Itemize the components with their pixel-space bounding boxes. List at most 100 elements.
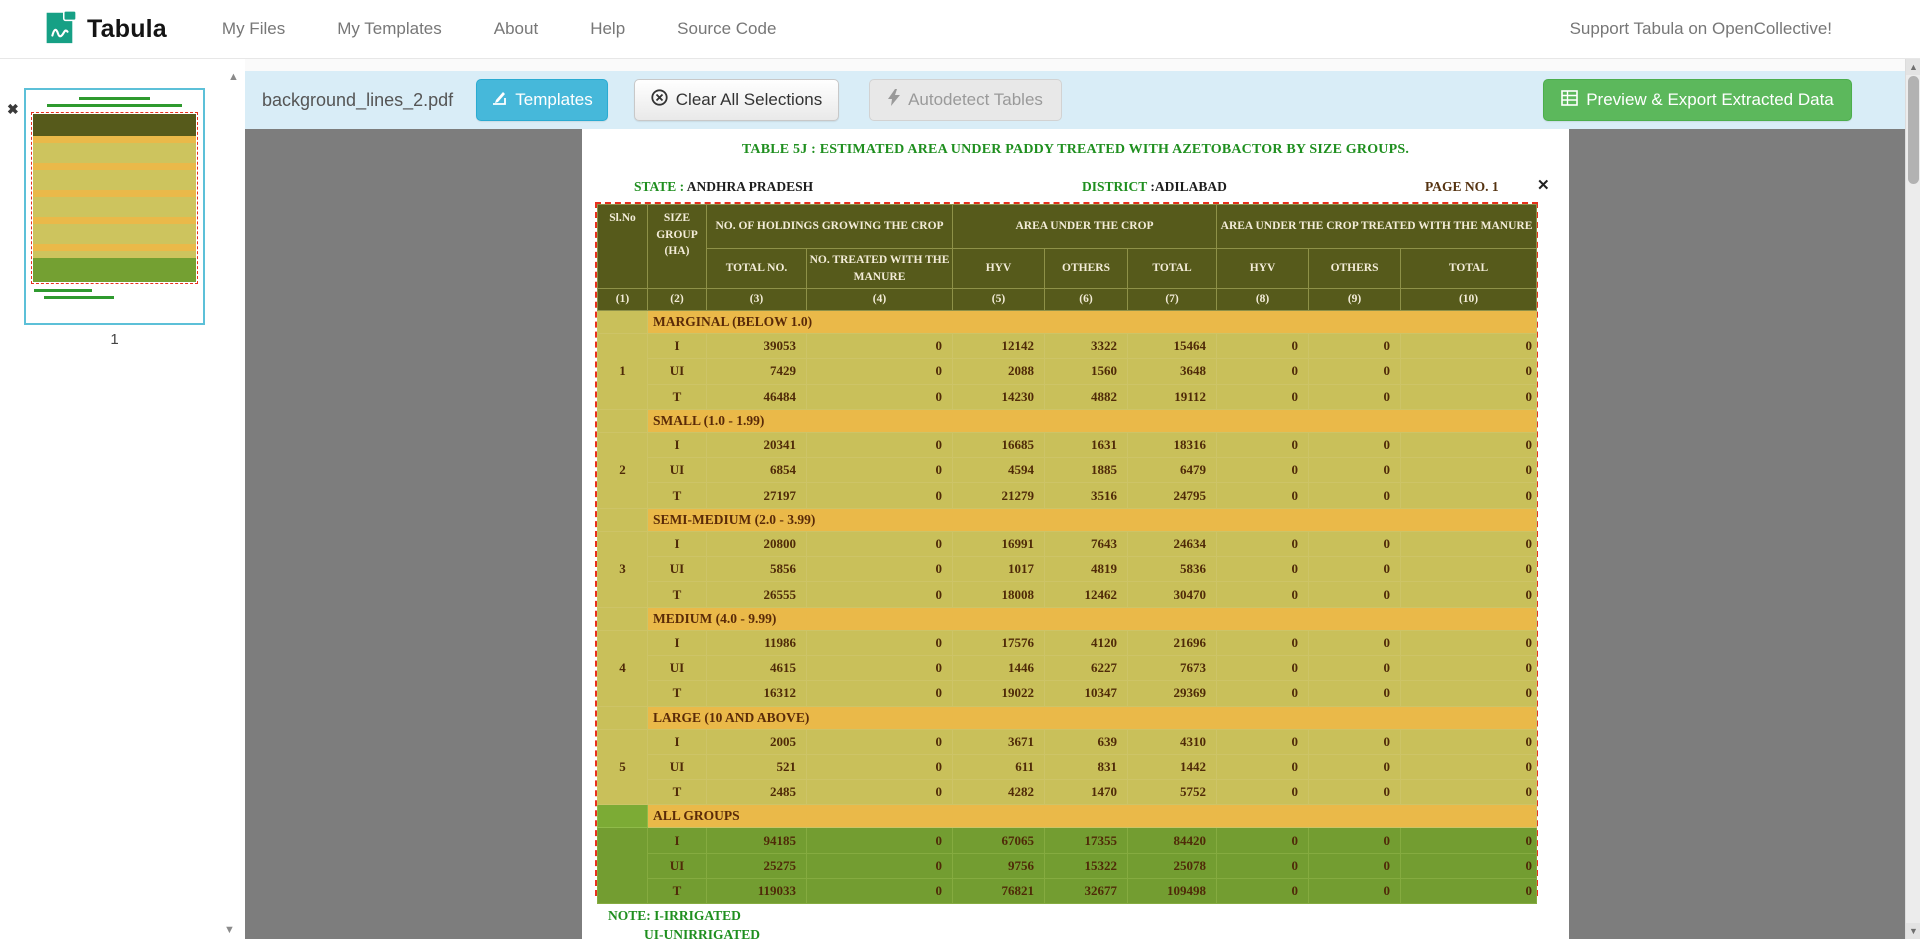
value-cell: 0: [1309, 655, 1401, 680]
scrollbar-down-icon[interactable]: ▼: [1906, 923, 1920, 939]
value-cell: 0: [1217, 828, 1309, 853]
value-cell: 5856: [707, 557, 807, 582]
group-band-label: MEDIUM (4.0 - 9.99): [648, 607, 1537, 630]
value-cell: 0: [1401, 458, 1537, 483]
slno-cell: 2: [598, 432, 648, 508]
value-cell: 16991: [953, 531, 1045, 556]
nav-about[interactable]: About: [494, 19, 538, 39]
value-cell: 0: [807, 853, 953, 878]
autodetect-tables-button[interactable]: Autodetect Tables: [869, 79, 1062, 121]
value-cell: 0: [1217, 458, 1309, 483]
value-cell: 3671: [953, 729, 1045, 754]
clear-button-label: Clear All Selections: [676, 90, 822, 110]
value-cell: 0: [1217, 359, 1309, 384]
pdf-page[interactable]: TABLE 5J : ESTIMATED AREA UNDER PADDY TR…: [582, 129, 1569, 939]
column-number: (5): [953, 289, 1045, 311]
remove-file-icon[interactable]: ✖: [7, 102, 19, 116]
value-cell: 26555: [707, 582, 807, 607]
value-cell: 639: [1045, 729, 1128, 754]
value-cell: 0: [807, 780, 953, 805]
value-cell: 0: [1217, 483, 1309, 508]
templates-button[interactable]: Templates: [476, 79, 608, 121]
value-cell: 0: [807, 334, 953, 359]
value-cell: 119033: [707, 879, 807, 904]
value-cell: 0: [807, 582, 953, 607]
brand-link[interactable]: Tabula: [40, 7, 167, 52]
table-row: UI25275097561532225078000: [598, 853, 1537, 878]
value-cell: 1442: [1128, 754, 1217, 779]
scrollbar-up-icon[interactable]: ▲: [1906, 59, 1920, 75]
value-cell: 611: [953, 754, 1045, 779]
value-cell: 0: [807, 729, 953, 754]
nav-my-files[interactable]: My Files: [222, 19, 285, 39]
value-cell: 17355: [1045, 828, 1128, 853]
table-row: T11903307682132677109498000: [598, 879, 1537, 904]
value-cell: 14230: [953, 384, 1045, 409]
value-cell: 0: [1309, 630, 1401, 655]
table-row: UI46150144662277673000: [598, 655, 1537, 680]
slno-cell: 5: [598, 729, 648, 805]
table-selection-box[interactable]: Sl.NoSIZE GROUP (HA)NO. OF HOLDINGS GROW…: [595, 202, 1538, 896]
value-cell: 0: [807, 879, 953, 904]
value-cell: 2005: [707, 729, 807, 754]
value-cell: 4615: [707, 655, 807, 680]
nav-my-templates[interactable]: My Templates: [337, 19, 442, 39]
value-cell: 0: [1217, 780, 1309, 805]
thumbnail-note-line: [34, 289, 92, 292]
value-cell: 521: [707, 754, 807, 779]
value-cell: 0: [1401, 334, 1537, 359]
brand-title: Tabula: [87, 15, 167, 44]
value-cell: 4282: [953, 780, 1045, 805]
support-link[interactable]: Support Tabula on OpenCollective!: [1570, 19, 1832, 39]
value-cell: 0: [1309, 879, 1401, 904]
tabula-logo-icon: [40, 7, 78, 52]
navbar: Tabula My Files My Templates About Help …: [0, 0, 1920, 59]
value-cell: 0: [1401, 582, 1537, 607]
slno-cell: 1: [598, 334, 648, 410]
clear-all-selections-button[interactable]: Clear All Selections: [634, 79, 839, 121]
scrollbar-thumb[interactable]: [1908, 76, 1919, 184]
irrigation-type-cell: UI: [648, 557, 707, 582]
page-number-field: PAGE NO. 1: [1425, 179, 1499, 195]
irrigation-type-cell: T: [648, 780, 707, 805]
table-row: T163120190221034729369000: [598, 681, 1537, 706]
group-band-label: MARGINAL (BELOW 1.0): [648, 311, 1537, 334]
pdf-note-line-1: NOTE: I-IRRIGATED: [608, 908, 741, 924]
preview-export-button[interactable]: Preview & Export Extracted Data: [1543, 79, 1852, 121]
page-scrollbar[interactable]: ▲ ▼: [1905, 59, 1920, 939]
value-cell: 0: [1309, 531, 1401, 556]
irrigation-type-cell: T: [648, 681, 707, 706]
column-number: (7): [1128, 289, 1217, 311]
value-cell: 7643: [1045, 531, 1128, 556]
open-filename: background_lines_2.pdf: [262, 90, 453, 111]
value-cell: 0: [1401, 483, 1537, 508]
nav-help[interactable]: Help: [590, 19, 625, 39]
column-number: (8): [1217, 289, 1309, 311]
column-number: (2): [648, 289, 707, 311]
value-cell: 3322: [1045, 334, 1128, 359]
table-row: T265550180081246230470000: [598, 582, 1537, 607]
value-cell: 0: [1401, 630, 1537, 655]
value-cell: 0: [807, 359, 953, 384]
value-cell: 0: [1217, 384, 1309, 409]
sidebar-scroll-up-icon[interactable]: ▲: [228, 72, 239, 83]
value-cell: 39053: [707, 334, 807, 359]
value-cell: 0: [1401, 780, 1537, 805]
column-subheader: HYV: [1217, 249, 1309, 289]
page-thumbnail[interactable]: [24, 88, 205, 325]
value-cell: 0: [807, 754, 953, 779]
sidebar-scroll-down-icon[interactable]: ▼: [224, 925, 235, 936]
irrigation-type-cell: I: [648, 334, 707, 359]
value-cell: 0: [1401, 432, 1537, 457]
table-row: T24850428214705752000: [598, 780, 1537, 805]
thumbnail-title-line: [79, 97, 150, 100]
value-cell: 20800: [707, 531, 807, 556]
value-cell: 0: [1217, 557, 1309, 582]
value-cell: 0: [1309, 384, 1401, 409]
value-cell: 0: [1401, 384, 1537, 409]
nav-source-code[interactable]: Source Code: [677, 19, 776, 39]
value-cell: 0: [1217, 681, 1309, 706]
value-cell: 0: [1217, 531, 1309, 556]
value-cell: 0: [1217, 879, 1309, 904]
selection-close-icon[interactable]: ✕: [1537, 176, 1550, 194]
